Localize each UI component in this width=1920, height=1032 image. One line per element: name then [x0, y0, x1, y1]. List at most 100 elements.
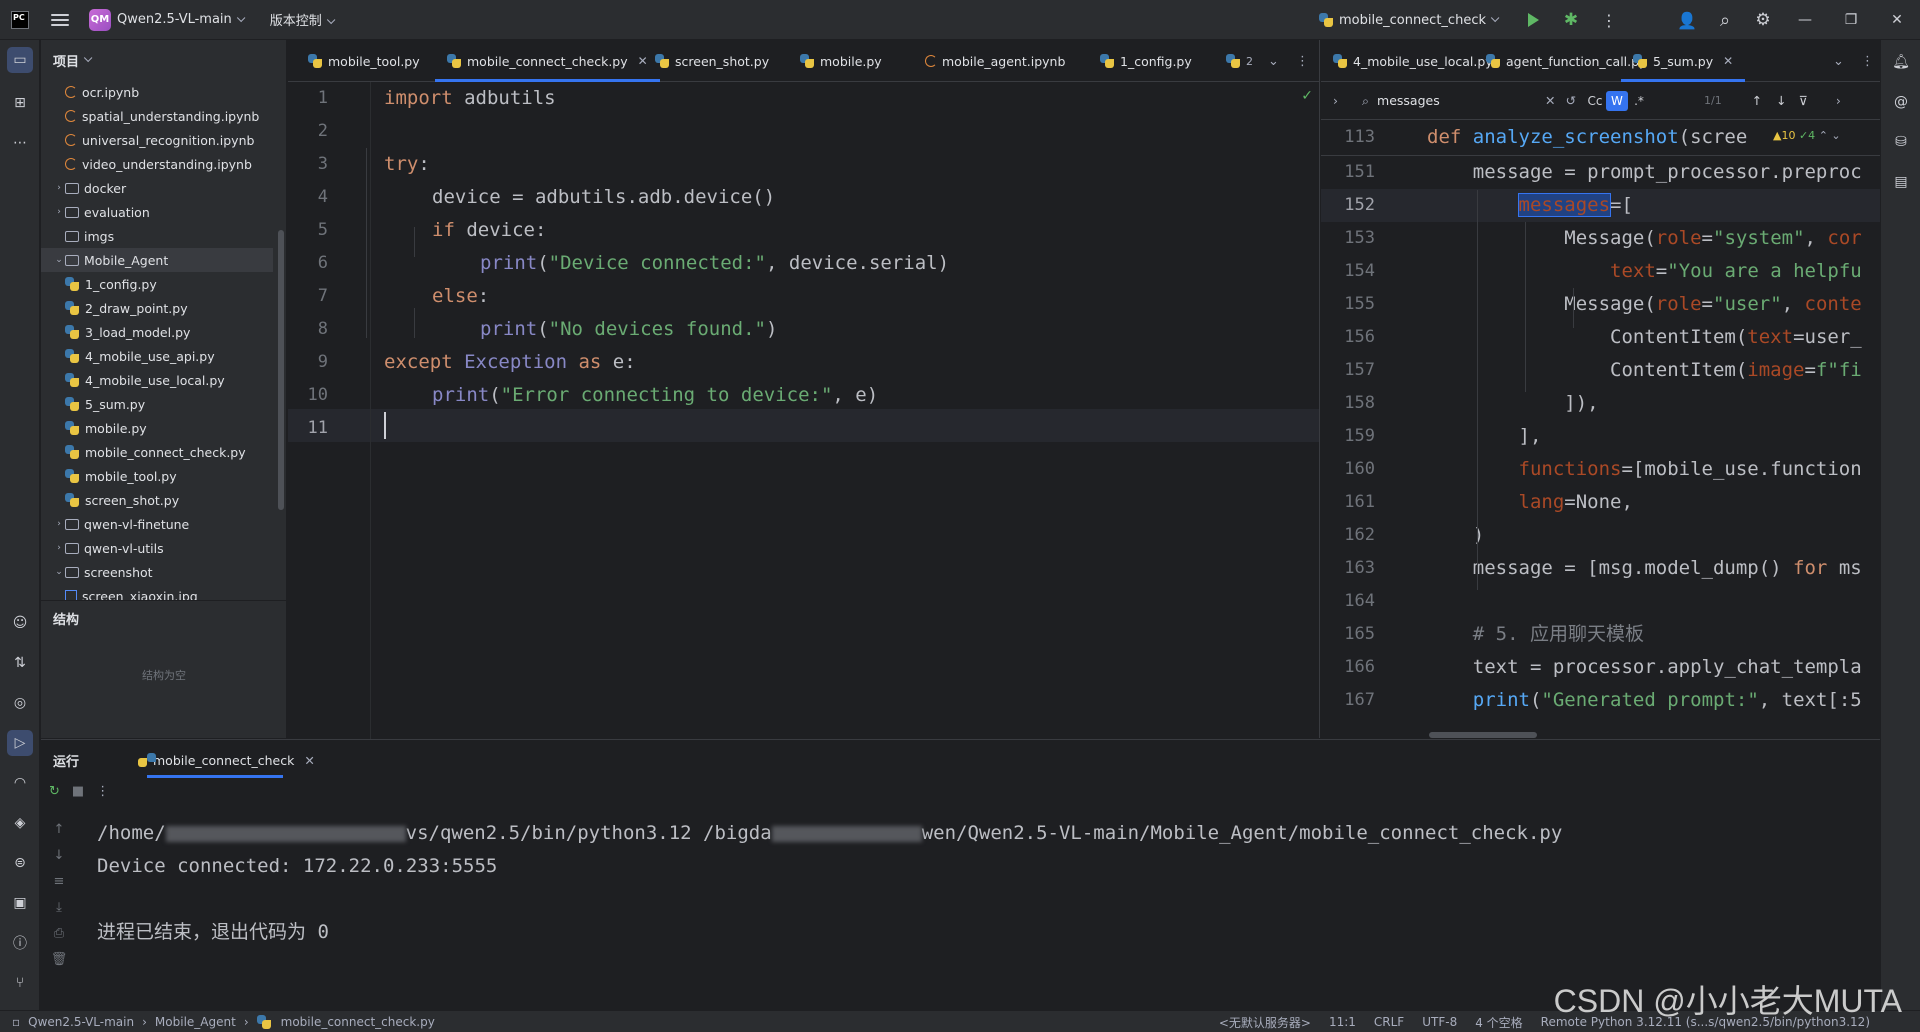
- scroll-to-end-icon[interactable]: ⤓: [49, 900, 69, 926]
- indent-setting[interactable]: 4 个空格: [1475, 1014, 1522, 1031]
- history-icon[interactable]: ↺: [1566, 93, 1576, 108]
- tab-mobile-agent-ipynb[interactable]: mobile_agent.ipynb: [913, 40, 1077, 82]
- debug-button[interactable]: ✱: [1552, 0, 1590, 40]
- python-console-button[interactable]: ◎: [7, 690, 33, 716]
- layers-button[interactable]: ◈: [7, 810, 33, 836]
- tree-item[interactable]: universal_recognition.ipynb: [41, 128, 273, 152]
- chevron-down-icon[interactable]: ⌄: [53, 567, 65, 577]
- tree-item[interactable]: mobile.py: [41, 416, 273, 440]
- clear-icon[interactable]: ✕: [1545, 93, 1555, 108]
- more-tools-button[interactable]: ⋯: [7, 130, 33, 156]
- code-with-me-button[interactable]: 👤: [1668, 0, 1706, 40]
- tree-item[interactable]: video_understanding.ipynb: [41, 152, 273, 176]
- regex-toggle[interactable]: .*: [1628, 91, 1650, 111]
- problems-button[interactable]: ⓘ: [7, 930, 33, 956]
- print-icon[interactable]: ⎙: [49, 926, 69, 952]
- close-icon[interactable]: ✕: [1723, 54, 1733, 68]
- match-case-toggle[interactable]: Cc: [1584, 91, 1606, 111]
- trash-icon[interactable]: 🗑︎: [49, 952, 69, 978]
- code-editor-left[interactable]: 1 2 3 4 5 6 7 8 9 10 11 import adbutils try: devic…: [288, 82, 1319, 742]
- scroll-down-icon[interactable]: ↓: [49, 848, 69, 874]
- tree-item[interactable]: ⌄ screenshot: [41, 560, 273, 584]
- tab-more-button[interactable]: ⋮: [1861, 40, 1874, 82]
- notifications-button[interactable]: 🔔︎: [1889, 50, 1913, 74]
- tree-item[interactable]: › qwen-vl-finetune: [41, 512, 273, 536]
- tree-item[interactable]: mobile_tool.py: [41, 464, 273, 488]
- tree-item[interactable]: ocr.ipynb: [41, 80, 273, 104]
- run-tab[interactable]: mobile_connect_check ✕: [103, 740, 315, 780]
- database-button[interactable]: ⛁: [1889, 130, 1913, 154]
- tree-item[interactable]: screen_shot.py: [41, 488, 273, 512]
- chevron-down-icon[interactable]: ⌄: [53, 255, 65, 265]
- tree-item[interactable]: 4_mobile_use_api.py: [41, 344, 273, 368]
- line-separator[interactable]: CRLF: [1374, 1015, 1404, 1029]
- terminal-button[interactable]: ▣: [7, 890, 33, 916]
- horizontal-scrollbar[interactable]: [1429, 732, 1537, 738]
- whole-word-toggle[interactable]: W: [1605, 90, 1628, 111]
- chevron-right-icon[interactable]: ›: [53, 519, 65, 529]
- scroll-up-icon[interactable]: ↑: [49, 822, 69, 848]
- chevron-right-icon[interactable]: ›: [53, 207, 65, 217]
- tab-screen-shot-py[interactable]: screen_shot.py: [643, 40, 781, 82]
- tab-more-button[interactable]: ⋮: [1296, 40, 1309, 82]
- tab-mobile-tool-py[interactable]: mobile_tool.py: [296, 40, 432, 82]
- tab-mobile-connect-check-py[interactable]: mobile_connect_check.py ✕: [435, 40, 660, 82]
- packages-button[interactable]: ⊜: [7, 850, 33, 876]
- sticky-header[interactable]: 113 def analyze_screenshot(scree ▲10 ✓4 …: [1321, 120, 1880, 156]
- project-switcher[interactable]: Qwen2.5-VL-main: [117, 12, 246, 27]
- next-match-icon[interactable]: ↓: [1776, 93, 1786, 108]
- search-everywhere-button[interactable]: ⌕: [1706, 0, 1744, 40]
- main-menu-icon[interactable]: [51, 13, 69, 26]
- tree-item[interactable]: imgs: [41, 224, 273, 248]
- soft-wrap-icon[interactable]: ≡: [49, 874, 69, 900]
- chevron-right-icon[interactable]: ›: [53, 183, 65, 193]
- run-tool-button[interactable]: ▷: [7, 730, 33, 756]
- breadcrumb-item[interactable]: Mobile_Agent: [155, 1015, 236, 1029]
- close-icon[interactable]: ✕: [304, 753, 314, 768]
- inspection-widget[interactable]: ▲10 ✓4 ⌃ ⌄: [1770, 129, 1841, 142]
- run-button[interactable]: [1514, 0, 1552, 40]
- project-badge[interactable]: QM: [89, 8, 111, 31]
- tree-item[interactable]: › qwen-vl-utils: [41, 536, 273, 560]
- more-vertical-icon[interactable]: ⋮: [96, 784, 109, 799]
- more-actions-button[interactable]: ⋮: [1590, 0, 1628, 40]
- tree-item[interactable]: 3_load_model.py: [41, 320, 273, 344]
- chevron-right-icon[interactable]: ›: [53, 543, 65, 553]
- rerun-icon[interactable]: ↻: [49, 784, 60, 799]
- file-encoding[interactable]: UTF-8: [1422, 1015, 1457, 1029]
- project-panel-header[interactable]: 项目: [41, 40, 286, 80]
- chevron-right-icon[interactable]: ›: [1836, 93, 1841, 108]
- ai-chat-button[interactable]: @: [1889, 90, 1913, 114]
- tree-item[interactable]: 5_sum.py: [41, 392, 273, 416]
- find-input[interactable]: messages: [1377, 93, 1545, 108]
- tab-mobile-py[interactable]: mobile.py: [788, 40, 894, 82]
- project-scrollbar[interactable]: [278, 230, 284, 510]
- stop-icon[interactable]: ■: [72, 784, 84, 799]
- close-window-button[interactable]: ✕: [1874, 0, 1920, 40]
- server-indicator[interactable]: <无默认服务器>: [1219, 1014, 1311, 1031]
- tree-item[interactable]: 4_mobile_use_local.py: [41, 368, 273, 392]
- tree-item[interactable]: › evaluation: [41, 200, 273, 224]
- project-tool-button[interactable]: ▭: [7, 47, 33, 73]
- git-button[interactable]: ⑂: [7, 970, 33, 996]
- previous-match-icon[interactable]: ↑: [1752, 93, 1762, 108]
- deployment-button[interactable]: ⇅: [7, 650, 33, 676]
- ai-assistant-button[interactable]: ☺: [7, 610, 33, 636]
- tree-item[interactable]: ⌄ Mobile_Agent: [41, 248, 273, 272]
- minimize-button[interactable]: —: [1782, 0, 1828, 40]
- tab-list-button[interactable]: ⌄: [1268, 40, 1279, 82]
- tree-item[interactable]: 1_config.py: [41, 272, 273, 296]
- tree-item[interactable]: mobile_connect_check.py: [41, 440, 273, 464]
- vcs-menu[interactable]: 版本控制: [270, 10, 336, 29]
- tree-item[interactable]: 2_draw_point.py: [41, 296, 273, 320]
- breadcrumb-item[interactable]: Qwen2.5-VL-main: [28, 1015, 134, 1029]
- services-button[interactable]: ◠: [7, 770, 33, 796]
- tree-item[interactable]: screen_xiaoxin.jpg: [41, 584, 273, 600]
- tree-item[interactable]: › docker: [41, 176, 273, 200]
- restore-button[interactable]: ❐: [1828, 0, 1874, 40]
- tab-list-button[interactable]: ⌄: [1833, 40, 1844, 82]
- tree-item[interactable]: spatial_understanding.ipynb: [41, 104, 273, 128]
- sciview-button[interactable]: ▤: [1889, 170, 1913, 194]
- tab-overflow[interactable]: 2: [1226, 40, 1253, 82]
- tab-1-config-py[interactable]: 1_config.py: [1088, 40, 1204, 82]
